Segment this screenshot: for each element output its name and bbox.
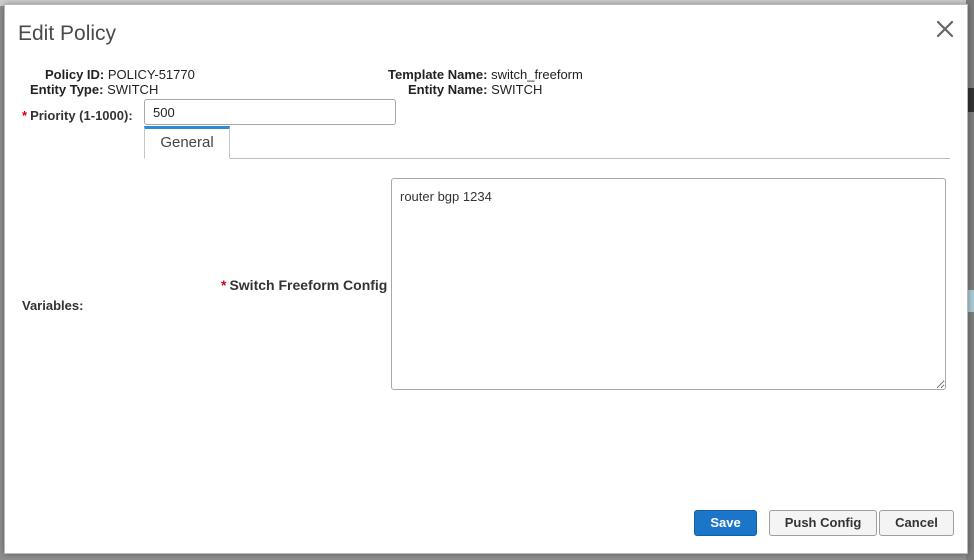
dialog-title: Edit Policy bbox=[18, 22, 117, 45]
required-marker: * bbox=[22, 108, 28, 123]
switch-freeform-config-textarea[interactable]: router bgp 1234 bbox=[391, 178, 946, 390]
entity-type-label: Entity Type: bbox=[30, 82, 104, 97]
template-name-row: Template Name: switch_freeform bbox=[388, 67, 583, 82]
save-button[interactable]: Save bbox=[694, 510, 757, 536]
tab-bar: General bbox=[144, 126, 950, 159]
cancel-button[interactable]: Cancel bbox=[879, 510, 954, 536]
priority-input[interactable] bbox=[144, 99, 396, 125]
close-button[interactable] bbox=[933, 17, 957, 41]
template-name-value: switch_freeform bbox=[491, 67, 583, 82]
background-fragment bbox=[968, 88, 974, 112]
switch-freeform-config-label-text: Switch Freeform Config bbox=[229, 277, 388, 293]
template-name-label: Template Name: bbox=[388, 67, 488, 82]
policy-id-label: Policy ID: bbox=[45, 67, 105, 82]
switch-freeform-config-label: * Switch Freeform Config bbox=[221, 277, 387, 293]
tab-general[interactable]: General bbox=[144, 126, 230, 159]
entity-type-value: SWITCH bbox=[107, 82, 159, 97]
priority-label: * Priority (1-1000): bbox=[22, 108, 133, 123]
entity-name-label: Entity Name: bbox=[408, 82, 488, 97]
entity-name-value: SWITCH bbox=[491, 82, 543, 97]
variables-label: Variables: bbox=[22, 298, 84, 313]
entity-type-row: Entity Type: SWITCH bbox=[30, 82, 158, 97]
close-icon bbox=[936, 20, 954, 38]
background-fragment bbox=[968, 290, 974, 312]
priority-label-text: Priority (1-1000): bbox=[30, 108, 133, 123]
required-marker: * bbox=[221, 277, 227, 293]
policy-id-row: Policy ID: POLICY-51770 bbox=[45, 67, 195, 82]
policy-id-value: POLICY-51770 bbox=[107, 67, 195, 82]
edit-policy-dialog: Edit Policy Policy ID: POLICY-51770 Enti… bbox=[4, 4, 968, 554]
entity-name-row: Entity Name: SWITCH bbox=[408, 82, 542, 97]
push-config-button[interactable]: Push Config bbox=[769, 510, 877, 536]
